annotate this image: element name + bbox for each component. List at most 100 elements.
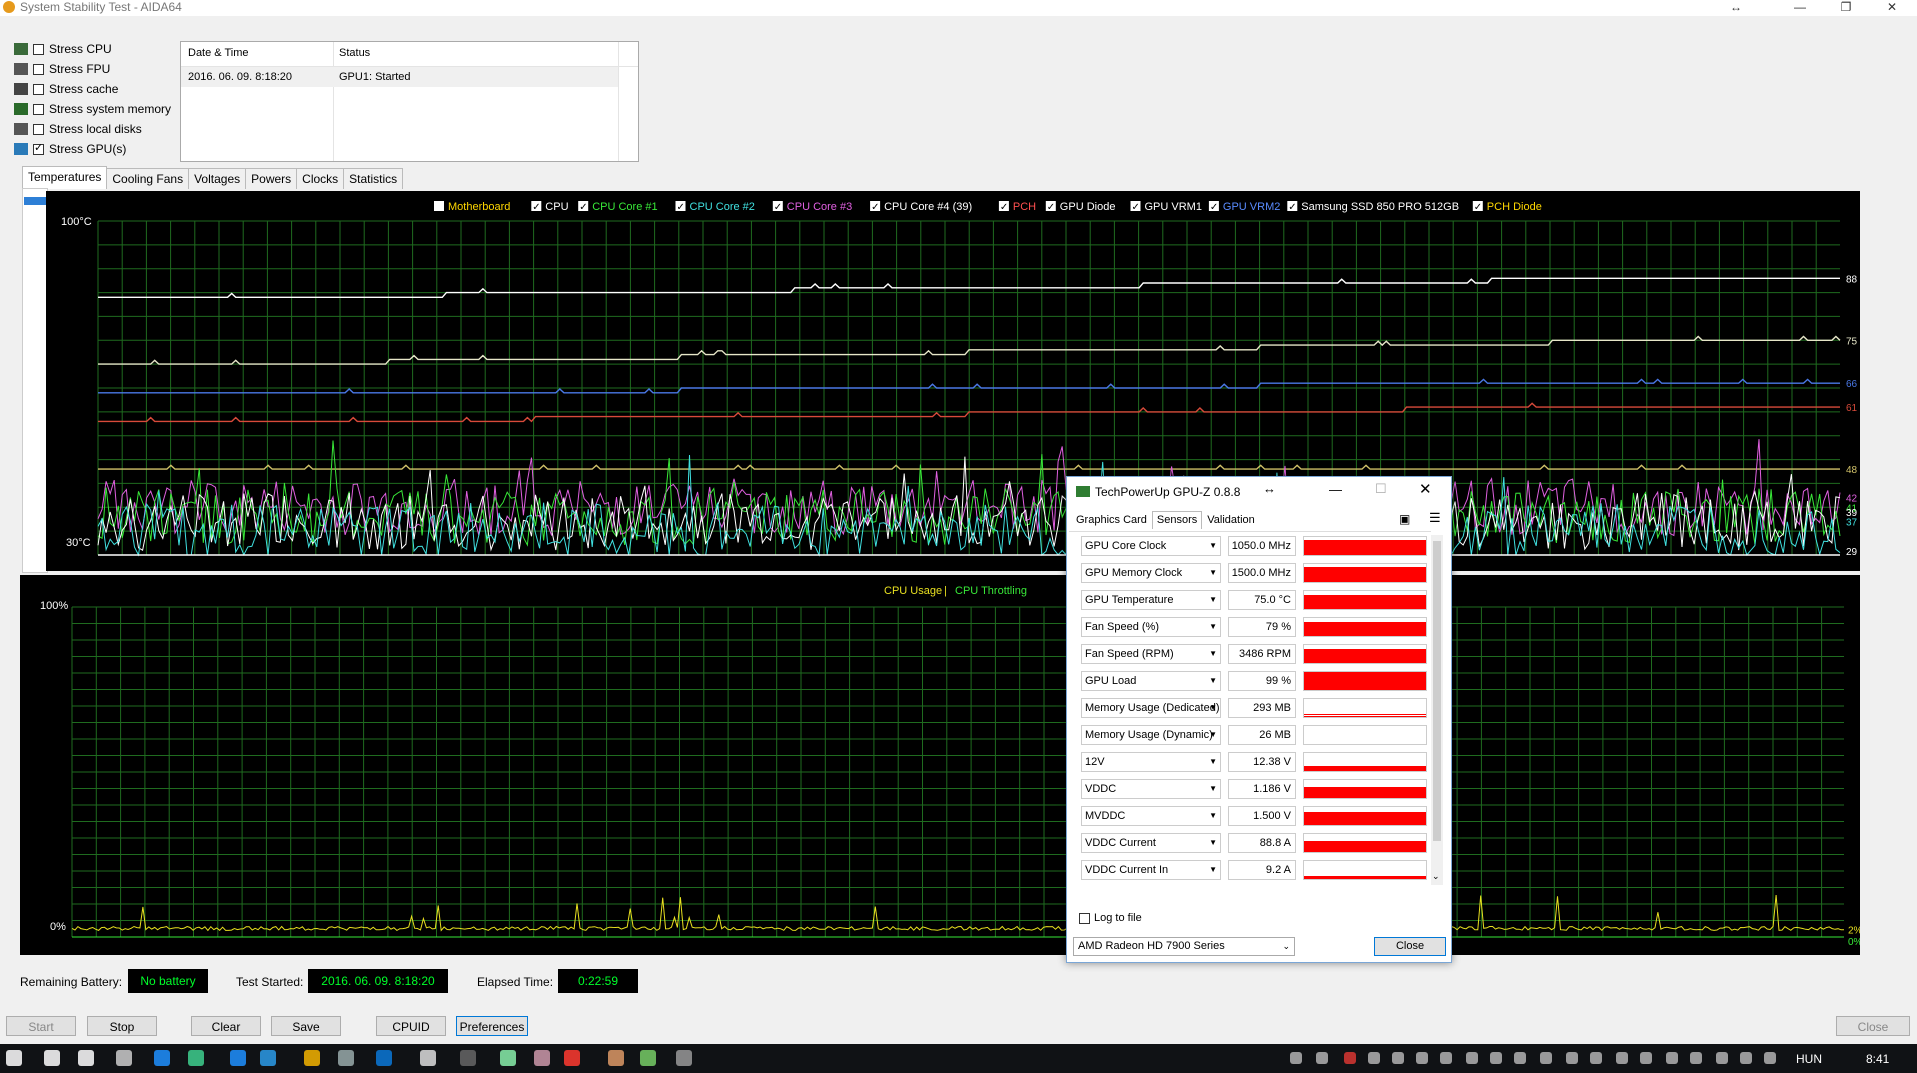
stop-button[interactable]: Stop xyxy=(87,1016,157,1036)
tab-cooling-fans[interactable]: Cooling Fans xyxy=(106,168,190,189)
sensor-name-select[interactable]: Fan Speed (%) ▼ xyxy=(1081,617,1221,637)
taskbar-app-icon[interactable] xyxy=(188,1050,204,1066)
tab-clocks[interactable]: Clocks xyxy=(296,168,345,189)
taskbar-app-icon[interactable] xyxy=(376,1050,392,1066)
gpuz-tab-sensors[interactable]: Sensors xyxy=(1151,511,1203,529)
gpuz-minimize-button[interactable]: — xyxy=(1329,482,1342,497)
tray-icon[interactable] xyxy=(1514,1052,1526,1064)
tray-icon[interactable] xyxy=(1764,1052,1776,1064)
log-to-file-checkbox[interactable]: Log to file xyxy=(1079,912,1142,924)
clear-button[interactable]: Clear xyxy=(191,1016,261,1036)
col-status[interactable]: Status xyxy=(339,47,370,59)
temp-legend-item[interactable]: ✓ GPU Diode xyxy=(1045,201,1116,213)
taskbar-app-icon[interactable] xyxy=(676,1050,692,1066)
start-button[interactable]: Start xyxy=(6,1016,76,1036)
save-button[interactable]: Save xyxy=(271,1016,341,1036)
tray-icon[interactable] xyxy=(1316,1052,1328,1064)
gpuz-scrollbar[interactable]: ⌄ xyxy=(1431,535,1443,885)
gpuz-close-window-button[interactable]: ✕ xyxy=(1419,480,1432,498)
tray-icon[interactable] xyxy=(1540,1052,1552,1064)
cpuid-button[interactable]: CPUID xyxy=(376,1016,446,1036)
tray-icon[interactable] xyxy=(1290,1052,1302,1064)
tray-icon[interactable] xyxy=(1440,1052,1452,1064)
tray-icon[interactable] xyxy=(1716,1052,1728,1064)
clock[interactable]: 8:41 xyxy=(1866,1052,1889,1066)
sensor-name-select[interactable]: Memory Usage (Dynamic) ▼ xyxy=(1081,725,1221,745)
maximize-button[interactable]: ❐ xyxy=(1826,0,1866,16)
taskbar-app-icon[interactable] xyxy=(230,1050,246,1066)
gpuz-maximize-button[interactable]: ☐ xyxy=(1375,481,1387,497)
scroll-track[interactable] xyxy=(22,188,48,573)
temp-legend-item[interactable]: ✓ PCH xyxy=(998,201,1036,213)
taskbar-app-icon[interactable] xyxy=(260,1050,276,1066)
temp-legend-item[interactable]: ✓ GPU VRM1 xyxy=(1130,201,1202,213)
tray-icon[interactable] xyxy=(1392,1052,1404,1064)
tray-icon[interactable] xyxy=(1640,1052,1652,1064)
stress-option[interactable]: Stress CPU xyxy=(14,40,112,58)
sensor-name-select[interactable]: GPU Temperature ▼ xyxy=(1081,590,1221,610)
temp-legend-item[interactable]: ✓ CPU Core #3 xyxy=(772,201,852,213)
stress-checkbox[interactable] xyxy=(33,63,44,75)
taskbar-app-icon[interactable] xyxy=(420,1050,436,1066)
tab-temperatures[interactable]: Temperatures xyxy=(22,166,108,189)
tray-icon[interactable] xyxy=(1368,1052,1380,1064)
taskbar-app-icon[interactable] xyxy=(338,1050,354,1066)
tray-icon[interactable] xyxy=(1566,1052,1578,1064)
tray-icon[interactable] xyxy=(1740,1052,1752,1064)
tray-icon[interactable] xyxy=(1466,1052,1478,1064)
sensor-name-select[interactable]: GPU Load ▼ xyxy=(1081,671,1221,691)
temp-legend-item[interactable]: ✓ GPU VRM2 xyxy=(1208,201,1280,213)
scroll-thumb[interactable] xyxy=(24,197,46,205)
stress-checkbox[interactable] xyxy=(33,103,44,115)
temp-legend-item[interactable]: ✓ CPU Core #1 xyxy=(578,201,658,213)
preferences-button[interactable]: Preferences xyxy=(456,1016,528,1036)
sensor-name-select[interactable]: 12V ▼ xyxy=(1081,752,1221,772)
tray-icon[interactable] xyxy=(1690,1052,1702,1064)
taskbar-app-icon[interactable] xyxy=(564,1050,580,1066)
temp-legend-item[interactable]: ✓ CPU xyxy=(531,201,569,213)
taskbar-app-icon[interactable] xyxy=(304,1050,320,1066)
tray-icon[interactable] xyxy=(1344,1052,1356,1064)
sensor-name-select[interactable]: MVDDC ▼ xyxy=(1081,806,1221,826)
taskbar-app-icon[interactable] xyxy=(44,1050,60,1066)
taskbar-app-icon[interactable] xyxy=(500,1050,516,1066)
temp-legend-item[interactable]: Motherboard xyxy=(434,201,510,213)
stress-option[interactable]: Stress system memory xyxy=(14,100,171,118)
taskbar-app-icon[interactable] xyxy=(460,1050,476,1066)
close-button[interactable]: Close xyxy=(1836,1016,1910,1036)
temp-legend-item[interactable]: ✓ Samsung SSD 850 PRO 512GB xyxy=(1287,201,1459,213)
tray-icon[interactable] xyxy=(1666,1052,1678,1064)
sensor-name-select[interactable]: VDDC Current ▼ xyxy=(1081,833,1221,853)
temp-legend-item[interactable]: ✓ CPU Core #4 (39) xyxy=(870,201,972,213)
tray-icon[interactable] xyxy=(1490,1052,1502,1064)
temp-legend-item[interactable]: ✓ CPU Core #2 xyxy=(675,201,755,213)
stress-checkbox[interactable] xyxy=(33,123,44,135)
taskbar-app-icon[interactable] xyxy=(116,1050,132,1066)
tray-icon[interactable] xyxy=(1616,1052,1628,1064)
sensor-name-select[interactable]: Fan Speed (RPM) ▼ xyxy=(1081,644,1221,664)
camera-icon[interactable]: ▣ xyxy=(1399,512,1410,526)
stress-option[interactable]: Stress GPU(s) xyxy=(14,140,126,158)
tray-icon[interactable] xyxy=(1416,1052,1428,1064)
gpuz-tab-validation[interactable]: Validation xyxy=(1202,511,1260,529)
taskbar-app-icon[interactable] xyxy=(640,1050,656,1066)
temp-legend-item[interactable]: ✓ PCH Diode xyxy=(1472,201,1542,213)
gpuz-tab-graphics-card[interactable]: Graphics Card xyxy=(1071,511,1152,529)
gpuz-close-button[interactable]: Close xyxy=(1374,937,1446,956)
minimize-button[interactable]: — xyxy=(1780,0,1820,16)
stress-option[interactable]: Stress cache xyxy=(14,80,118,98)
tray-icon[interactable] xyxy=(1590,1052,1602,1064)
taskbar-app-icon[interactable] xyxy=(608,1050,624,1066)
tab-voltages[interactable]: Voltages xyxy=(188,168,247,189)
sensor-name-select[interactable]: VDDC ▼ xyxy=(1081,779,1221,799)
menu-icon[interactable]: ☰ xyxy=(1429,510,1441,526)
sensor-name-select[interactable]: GPU Memory Clock ▼ xyxy=(1081,563,1221,583)
taskbar-app-icon[interactable] xyxy=(154,1050,170,1066)
stress-checkbox[interactable] xyxy=(33,43,44,55)
gpuz-resize-icon[interactable]: ↔ xyxy=(1263,481,1276,496)
taskbar-app-icon[interactable] xyxy=(78,1050,94,1066)
stress-checkbox[interactable] xyxy=(33,83,44,95)
resize-icon[interactable]: ↔ xyxy=(1716,0,1756,16)
tab-statistics[interactable]: Statistics xyxy=(343,168,404,189)
taskbar-app-icon[interactable] xyxy=(534,1050,550,1066)
